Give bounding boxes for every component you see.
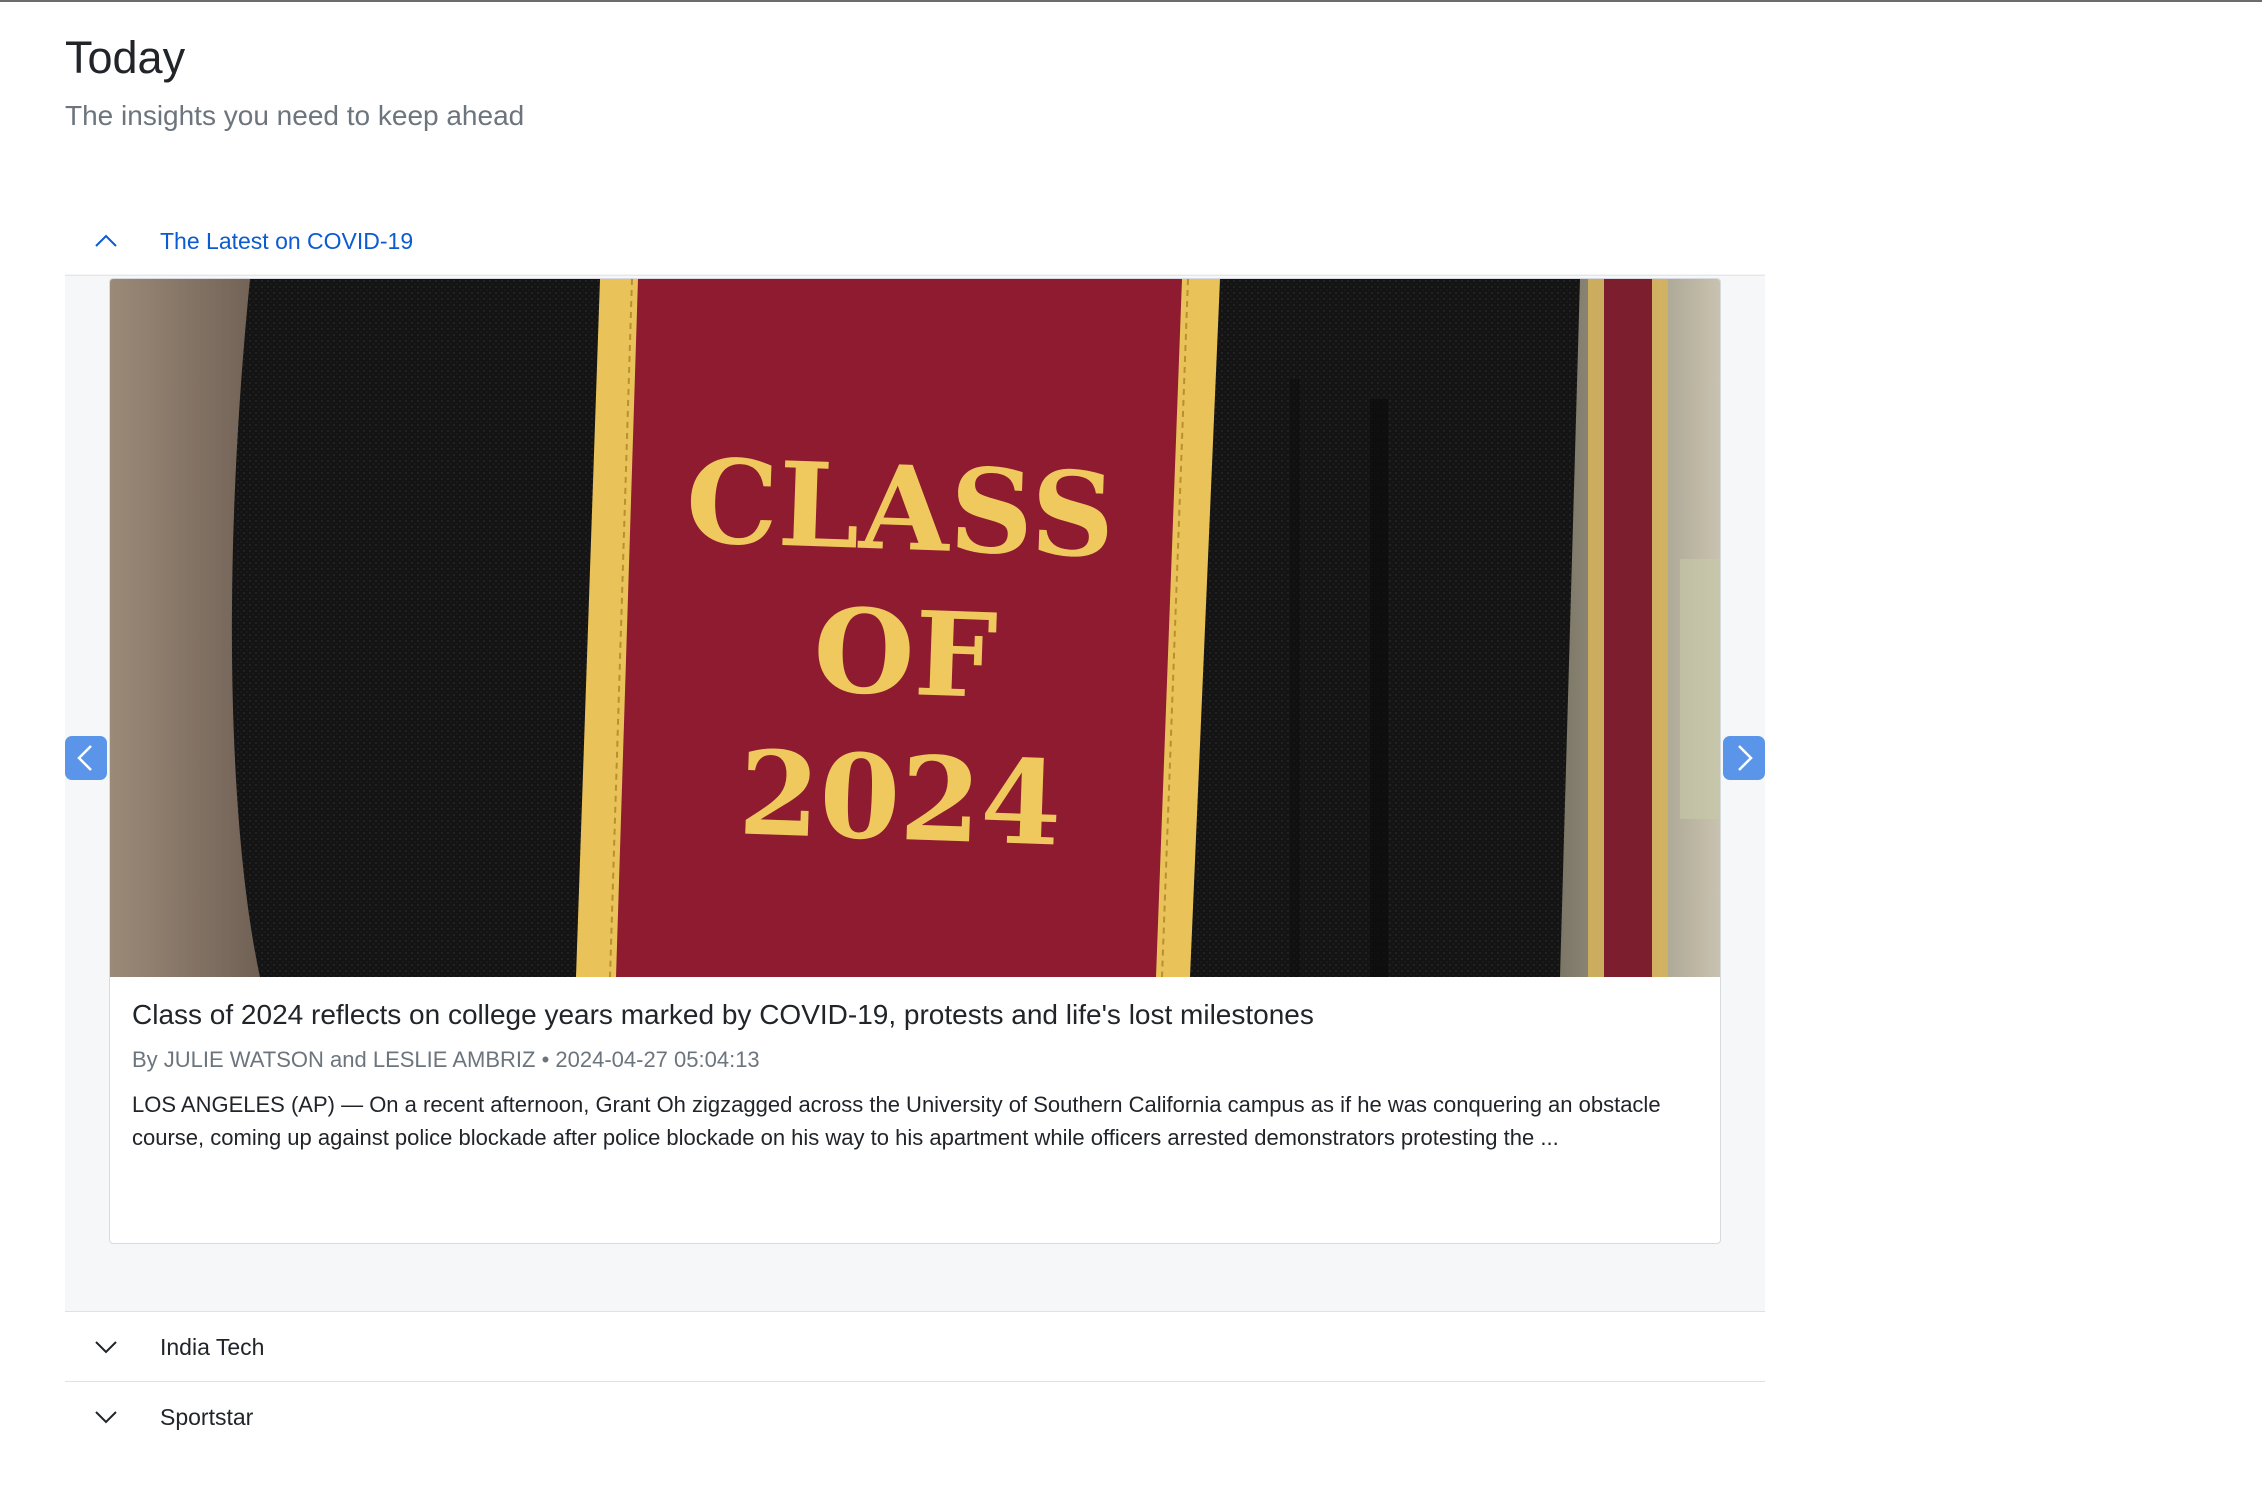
topics-accordion: The Latest on COVID-19 CLASS OF 2024 Cla…: [65, 206, 1765, 1452]
stole-text-line-3: 2024: [736, 725, 1063, 872]
page-title: Today: [65, 32, 186, 83]
chevron-down-icon: [92, 1403, 120, 1431]
top-border: [0, 0, 2262, 2]
accordion-label-sportstar: Sportstar: [160, 1404, 254, 1430]
accordion-header-covid[interactable]: The Latest on COVID-19: [65, 206, 1765, 276]
chevron-up-icon: [92, 227, 120, 255]
stole-text-line-1: CLASS: [684, 434, 1117, 585]
stole-text-line-2: OF: [811, 583, 999, 725]
chevron-left-icon: [77, 745, 92, 771]
accordion-label-covid: The Latest on COVID-19: [160, 228, 414, 254]
carousel-next-button[interactable]: [1723, 736, 1765, 780]
accordion-header-sportstar[interactable]: Sportstar: [65, 1382, 1765, 1452]
news-card-summary: LOS ANGELES (AP) — On a recent afternoon…: [132, 1092, 1661, 1150]
news-card[interactable]: CLASS OF 2024 Class of 2024 reflects on …: [109, 278, 1721, 1244]
carousel-prev-button[interactable]: [65, 736, 107, 780]
news-card-byline: By JULIE WATSON and LESLIE AMBRIZ • 2024…: [132, 1047, 760, 1072]
chevron-down-icon: [92, 1333, 120, 1361]
page-subtitle: The insights you need to keep ahead: [65, 100, 525, 131]
accordion-body-covid: CLASS OF 2024 Class of 2024 reflects on …: [65, 276, 1765, 1312]
accordion-label-india-tech: India Tech: [160, 1334, 265, 1360]
news-card-headline[interactable]: Class of 2024 reflects on college years …: [132, 995, 1692, 1035]
news-card-image[interactable]: CLASS OF 2024: [110, 279, 1720, 977]
accordion-header-india-tech[interactable]: India Tech: [65, 1312, 1765, 1382]
chevron-right-icon: [1738, 745, 1753, 771]
